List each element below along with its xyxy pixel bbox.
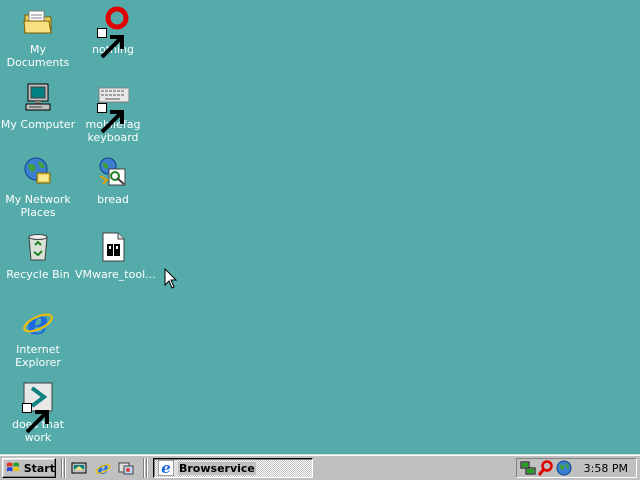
task-button-label: Browservice: [178, 461, 256, 475]
show-desktop-icon[interactable]: [71, 460, 87, 476]
folder-documents-icon: [22, 6, 54, 38]
taskbar-separator: [143, 458, 145, 478]
arrow-app-icon: [22, 381, 54, 434]
desktop-icon-my-documents[interactable]: My Documents: [0, 2, 76, 72]
desktop[interactable]: My Documents My Computer My Network Plac: [0, 0, 640, 454]
desktop-icon-label: Internet Explorer: [15, 343, 61, 369]
computer-icon: [22, 81, 54, 113]
mouse-cursor-icon: [164, 268, 178, 289]
task-button-browservice[interactable]: e Browservice: [153, 458, 313, 478]
svg-text:e: e: [27, 306, 49, 338]
installer-package-icon: [97, 231, 129, 263]
desktop-icon-internet-explorer[interactable]: e Internet Explorer: [0, 302, 76, 372]
taskbar-separator: [64, 458, 66, 478]
desktop-icon-label: bread: [97, 193, 129, 206]
desktop-icon-does-that-work[interactable]: does that work: [0, 377, 76, 447]
bread-app-icon: [97, 156, 129, 188]
svg-text:e: e: [161, 460, 171, 476]
desktop-icon-mobilefag-keyboard[interactable]: mobilefag keyboard: [75, 77, 151, 147]
internet-explorer-icon: e: [158, 460, 174, 476]
desktop-icon-label: VMware_tool...: [75, 268, 156, 281]
windows-logo-icon: [6, 462, 19, 472]
globe-tray-icon[interactable]: [556, 460, 572, 476]
keyboard-icon: [97, 81, 129, 134]
shortcut-arrow-icon: [22, 403, 49, 434]
taskbar-separator: [146, 458, 148, 478]
internet-explorer-icon: e: [22, 306, 54, 338]
start-label: Start: [23, 461, 55, 475]
desktop-icon-label: My Network Places: [5, 193, 71, 219]
desktop-icon-label: Recycle Bin: [6, 268, 70, 281]
desktop-icon-label: My Computer: [0, 118, 76, 131]
shortcut-arrow-icon: [97, 103, 124, 134]
network-places-icon: [22, 156, 54, 188]
start-button[interactable]: Start: [2, 458, 56, 478]
desktop-icon-label: My Documents: [6, 43, 70, 69]
clock[interactable]: 3:58 PM: [584, 462, 628, 475]
desktop-icon-recycle-bin[interactable]: Recycle Bin: [0, 227, 76, 297]
quick-launch-internet-explorer-icon[interactable]: e: [95, 460, 111, 476]
recycle-bin-icon: [22, 231, 54, 263]
desktop-icon-nothing[interactable]: nothing: [75, 2, 151, 72]
taskbar: Start e e Browservice 3:58 PM: [0, 454, 640, 480]
red-ring-icon: [97, 6, 129, 59]
network-status-icon[interactable]: [520, 460, 536, 476]
taskbar-separator: [61, 458, 63, 478]
desktop-icon-my-computer[interactable]: My Computer: [0, 77, 76, 147]
search-tray-icon[interactable]: [538, 460, 554, 476]
channels-icon[interactable]: [118, 460, 134, 476]
desktop-icon-vmware-tools[interactable]: VMware_tool...: [75, 227, 156, 297]
system-tray: 3:58 PM: [516, 458, 637, 478]
shortcut-arrow-icon: [97, 28, 124, 59]
desktop-icon-my-network-places[interactable]: My Network Places: [0, 152, 76, 222]
desktop-icon-bread[interactable]: bread: [75, 152, 151, 222]
